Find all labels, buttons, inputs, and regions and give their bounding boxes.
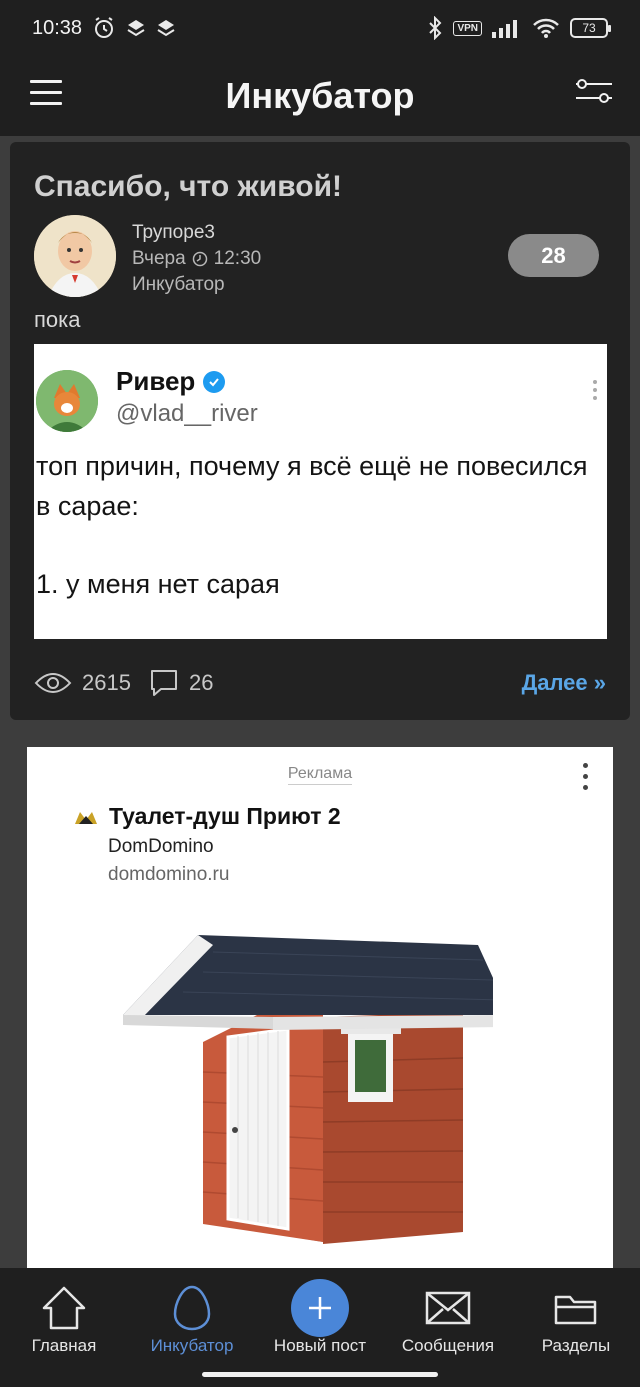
post-text: пока [34, 307, 81, 332]
bluetooth-icon [429, 16, 442, 40]
layers-icon-2 [157, 20, 175, 37]
post-author[interactable]: Трупоре3 [132, 220, 261, 246]
ad-card[interactable]: Реклама Туалет-душ Приют 2 DomDomino dom… [27, 747, 613, 1287]
ad-image[interactable] [123, 932, 493, 1262]
folder-icon [554, 1295, 597, 1325]
views-counter: 2615 [34, 670, 131, 696]
brand-logo-icon [75, 811, 97, 824]
status-time: 10:38 [32, 16, 83, 39]
status-bar: 10:38 VPN 73 [0, 0, 640, 56]
bottom-navigation: Главная Инкубатор Новый пост Сообщения Р… [0, 1268, 640, 1387]
ad-title-text: Туалет-душ Приют 2 [109, 803, 341, 829]
new-post-button[interactable] [291, 1279, 349, 1337]
vpn-badge: VPN [453, 20, 482, 36]
ad-brand: DomDomino [108, 836, 214, 857]
battery-icon: 73 [570, 18, 611, 38]
tab-incubator[interactable]: Инкубатор [128, 1280, 256, 1356]
ad-label: Реклама [27, 765, 613, 785]
post-image[interactable]: Ривер @vlad__river топ причин, почему я … [34, 344, 607, 639]
ad-domain[interactable]: domdomino.ru [108, 864, 229, 886]
tab-home-label: Главная [31, 1336, 97, 1355]
signal-icon [492, 20, 517, 38]
home-indicator[interactable] [202, 1372, 438, 1377]
eye-icon [34, 673, 72, 693]
rating-badge[interactable]: 28 [508, 234, 599, 277]
tab-messages[interactable]: Сообщения [384, 1280, 512, 1356]
alarm-icon [95, 17, 114, 38]
tab-incubator-label: Инкубатор [150, 1336, 234, 1355]
tweet-more-icon [593, 380, 597, 404]
egg-icon [173, 1285, 211, 1331]
tweet-line-1: топ причин, почему я всё ещё не повесилс… [36, 451, 588, 521]
layers-icon [127, 20, 145, 37]
filter-icon[interactable] [574, 76, 614, 106]
tab-sections-label: Разделы [541, 1336, 611, 1355]
post-meta: Трупоре3 Вчера 12:30 Инкубатор [132, 220, 261, 298]
post-date: Вчера [132, 248, 186, 269]
comment-icon [150, 670, 177, 696]
tweet-author: Ривер [116, 366, 226, 397]
post-card[interactable]: Спасибо, что живой! Трупоре3 Вчера 12:30… [10, 142, 630, 720]
comments-counter[interactable]: 26 [149, 668, 213, 698]
tweet-line-2: 1. у меня нет сарая [36, 569, 280, 599]
read-more-link[interactable]: Далее » [522, 670, 606, 696]
ad-label-text: Реклама [287, 765, 353, 785]
avatar[interactable] [34, 215, 116, 297]
tweet-handle: @vlad__river [116, 400, 258, 427]
post-time: 12:30 [213, 248, 262, 269]
plus-icon [309, 1297, 331, 1319]
tweet-body: топ причин, почему я всё ещё не повесилс… [36, 446, 596, 644]
tweet-author-name: Ривер [116, 366, 196, 396]
page-title: Инкубатор [225, 75, 415, 116]
post-stats: 2615 26 Далее » [34, 666, 606, 700]
ad-more-icon[interactable] [583, 763, 588, 796]
battery-level: 73 [582, 21, 596, 35]
tab-new-post[interactable]: Новый пост [256, 1279, 384, 1356]
tab-home[interactable]: Главная [0, 1280, 128, 1356]
menu-icon[interactable] [30, 80, 62, 106]
ad-title[interactable]: Туалет-душ Приют 2 [73, 803, 341, 830]
tab-new-post-label: Новый пост [273, 1336, 367, 1355]
wifi-icon [533, 18, 559, 38]
tab-messages-label: Сообщения [401, 1336, 495, 1355]
clock-icon [192, 251, 207, 267]
comments-count: 26 [188, 670, 214, 695]
post-title[interactable]: Спасибо, что живой! [34, 170, 342, 204]
views-count: 2615 [82, 670, 131, 695]
post-section[interactable]: Инкубатор [132, 272, 261, 298]
tab-sections[interactable]: Разделы [512, 1280, 640, 1356]
tweet-avatar [36, 370, 98, 432]
app-header: Инкубатор [0, 56, 640, 136]
home-icon [42, 1286, 86, 1330]
verified-icon [203, 370, 226, 393]
envelope-icon [425, 1291, 471, 1325]
